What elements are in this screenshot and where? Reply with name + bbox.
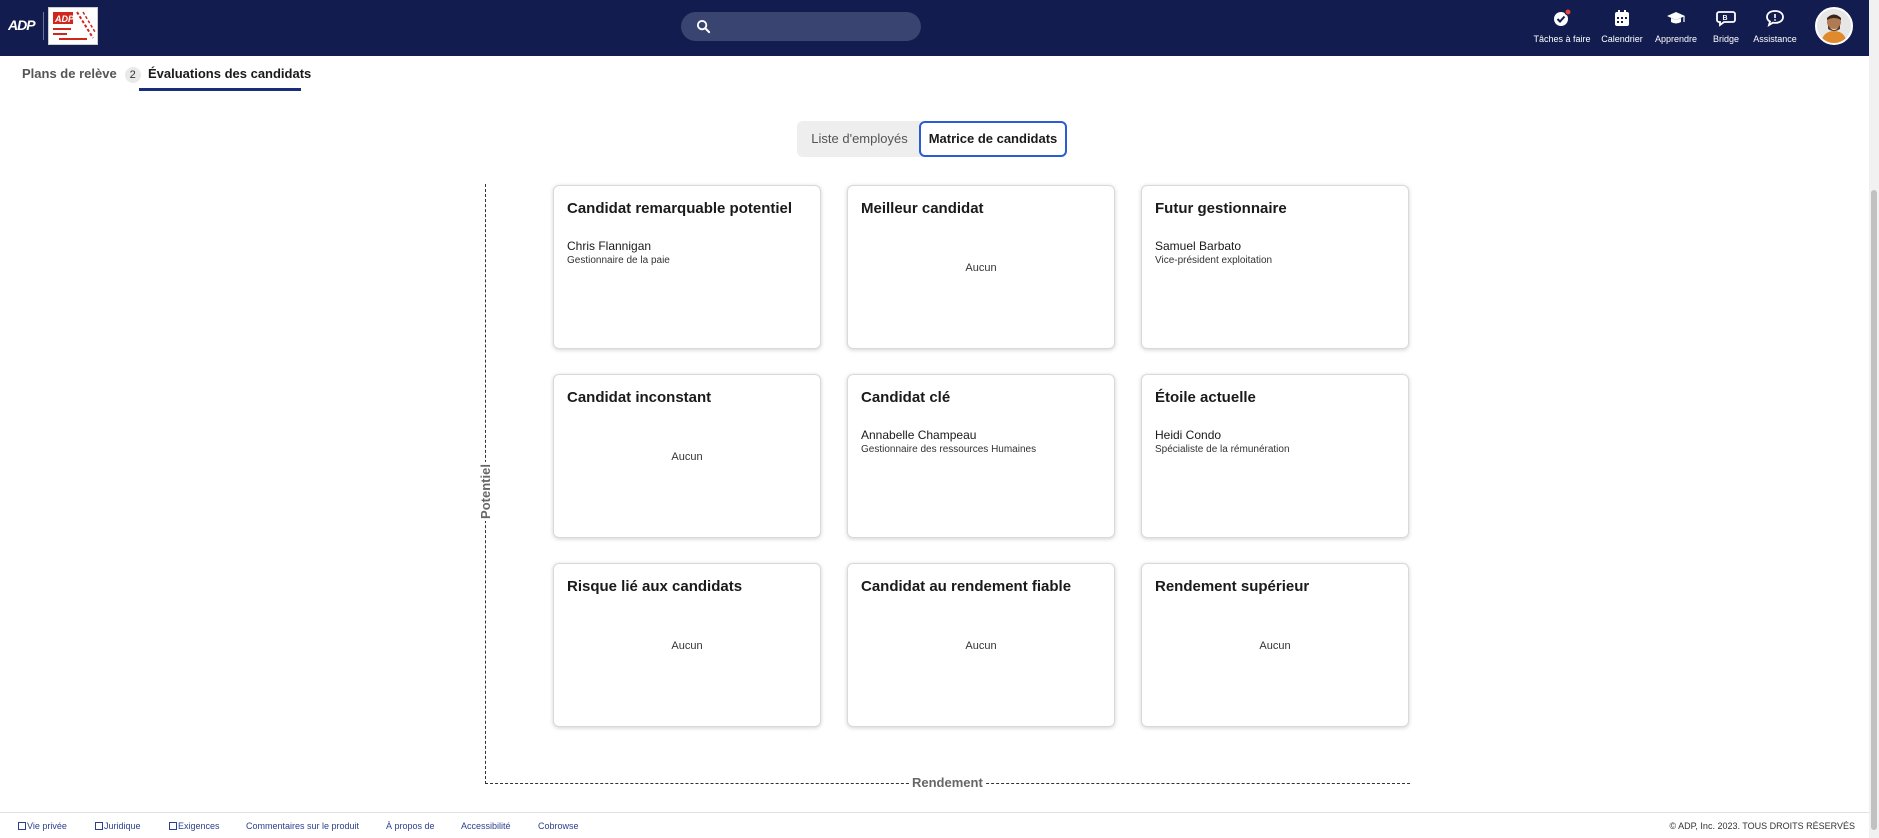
- matrix-cell-title: Futur gestionnaire: [1155, 200, 1287, 217]
- external-link-icon: [169, 822, 177, 830]
- matrix-cell-title: Candidat au rendement fiable: [861, 578, 1072, 595]
- candidate-name[interactable]: Chris Flannigan: [567, 239, 807, 253]
- footer-link-requirements[interactable]: Exigences: [169, 821, 220, 831]
- nav-todo[interactable]: Tâches à faire: [1531, 8, 1593, 50]
- search-input[interactable]: [681, 12, 921, 41]
- matrix-cell[interactable]: Risque lié aux candidats Aucun: [553, 563, 821, 727]
- footer-link-label: Exigences: [178, 821, 220, 831]
- logo-separator: [43, 12, 44, 40]
- matrix-cell[interactable]: Meilleur candidat Aucun: [847, 185, 1115, 349]
- matrix-cell-title: Candidat remarquable potentiel: [567, 200, 793, 217]
- nav-bridge-label: Bridge: [1712, 34, 1739, 44]
- svg-text:ADP: ADP: [8, 17, 36, 33]
- empty-cell-text: Aucun: [671, 640, 703, 652]
- empty-cell-text: Aucun: [1259, 640, 1291, 652]
- copyright-text: © ADP, Inc. 2023. TOUS DROITS RÉSERVÉS: [1669, 821, 1855, 831]
- svg-text:B: B: [1723, 15, 1728, 22]
- footer-link-feedback[interactable]: Commentaires sur le produit: [246, 821, 359, 831]
- user-avatar[interactable]: [1815, 7, 1853, 45]
- tab-bar: Plans de relève 2 Évaluations des candida…: [0, 56, 1869, 92]
- matrix-cell-title: Meilleur candidat: [861, 200, 984, 217]
- nav-todo-label: Tâches à faire: [1533, 34, 1591, 44]
- footer-link-accessibility[interactable]: Accessibilité: [461, 821, 511, 831]
- bridge-chat-icon: B: [1716, 11, 1736, 27]
- view-toggle: Liste d'employés Matrice de candidats: [797, 121, 1067, 157]
- potential-axis-label-wrap: Potentiel: [470, 462, 500, 522]
- footer-link-label: Juridique: [104, 821, 141, 831]
- nav-bridge[interactable]: B Bridge: [1707, 8, 1745, 50]
- client-logo: ADP: [48, 7, 98, 45]
- tab-succession-plans-label: Plans de relève: [22, 66, 117, 81]
- candidate-role: Vice-président exploitation: [1155, 255, 1273, 266]
- empty-cell-text: Aucun: [965, 262, 997, 274]
- tab-candidate-evaluations-label: Évaluations des candidats: [148, 66, 312, 81]
- matrix-cell-title: Risque lié aux candidats: [567, 578, 743, 595]
- page-scrollbar[interactable]: [1869, 0, 1879, 838]
- nav-assistance-label: Assistance: [1753, 34, 1797, 44]
- active-tab-indicator: [139, 88, 301, 91]
- external-link-icon: [18, 822, 26, 830]
- matrix-cell-title: Étoile actuelle: [1155, 389, 1256, 406]
- matrix-cell[interactable]: Candidat remarquable potentiel Chris Fla…: [553, 185, 821, 349]
- matrix-cell[interactable]: Candidat inconstant Aucun: [553, 374, 821, 538]
- calendar-icon: [1615, 10, 1629, 26]
- candidate-role: Spécialiste de la rémunération: [1155, 444, 1290, 455]
- matrix-cell-title: Candidat clé: [861, 389, 951, 406]
- nav-calendar[interactable]: Calendrier: [1599, 8, 1645, 50]
- scrollbar-thumb[interactable]: [1871, 190, 1877, 830]
- footer-link-about[interactable]: À propos de: [386, 821, 435, 831]
- check-badge-icon: [1554, 8, 1572, 26]
- chat-bubble-icon: [1766, 10, 1784, 27]
- nav-learn-label: Apprendre: [1654, 34, 1698, 44]
- candidate-role: Gestionnaire des ressources Humaines: [861, 444, 1037, 455]
- candidate-name[interactable]: Heidi Condo: [1155, 428, 1395, 442]
- svg-text:ADP: ADP: [54, 14, 75, 24]
- footer-link-label: Vie privée: [27, 821, 67, 831]
- candidate-name[interactable]: Samuel Barbato: [1155, 239, 1395, 253]
- footer-link-legal[interactable]: Juridique: [95, 821, 141, 831]
- candidate-role: Gestionnaire de la paie: [567, 255, 670, 266]
- performance-axis-label: Rendement: [910, 775, 985, 790]
- nav-learn[interactable]: Apprendre: [1653, 8, 1699, 50]
- candidate-name[interactable]: Annabelle Champeau: [861, 428, 1101, 442]
- tab-count-badge: 2: [124, 67, 141, 83]
- employee-list-button[interactable]: Liste d'employés: [797, 121, 922, 157]
- external-link-icon: [95, 822, 103, 830]
- adp-logo[interactable]: ADP: [7, 16, 38, 34]
- matrix-cell-title: Candidat inconstant: [567, 389, 712, 406]
- potential-axis-label: Potentiel: [477, 462, 493, 521]
- matrix-cell-title: Rendement supérieur: [1155, 578, 1310, 595]
- matrix-cell[interactable]: Candidat clé Annabelle Champeau Gestionn…: [847, 374, 1115, 538]
- graduation-cap-icon: [1667, 12, 1685, 24]
- empty-cell-text: Aucun: [671, 451, 703, 463]
- matrix-cell[interactable]: Candidat au rendement fiable Aucun: [847, 563, 1115, 727]
- footer-link-cobrowse[interactable]: Cobrowse: [538, 821, 579, 831]
- page-footer: Vie privée Juridique Exigences Commentai…: [0, 812, 1869, 838]
- matrix-cell[interactable]: Étoile actuelle Heidi Condo Spécialiste …: [1141, 374, 1409, 538]
- tab-candidate-evaluations[interactable]: Évaluations des candidats: [148, 66, 311, 81]
- candidate-matrix-button[interactable]: Matrice de candidats: [919, 121, 1067, 157]
- matrix-cell[interactable]: Futur gestionnaire Samuel Barbato Vice-p…: [1141, 185, 1409, 349]
- search-icon: [696, 19, 711, 34]
- footer-link-privacy[interactable]: Vie privée: [18, 821, 67, 831]
- nav-assistance[interactable]: Assistance: [1751, 8, 1799, 50]
- nav-calendar-label: Calendrier: [1601, 34, 1643, 44]
- top-navigation-bar: ADP ADP Tâches à faire Calendrier Appren…: [0, 0, 1869, 56]
- tab-succession-plans[interactable]: Plans de relève 2: [22, 66, 141, 83]
- matrix-cell[interactable]: Rendement supérieur Aucun: [1141, 563, 1409, 727]
- empty-cell-text: Aucun: [965, 640, 997, 652]
